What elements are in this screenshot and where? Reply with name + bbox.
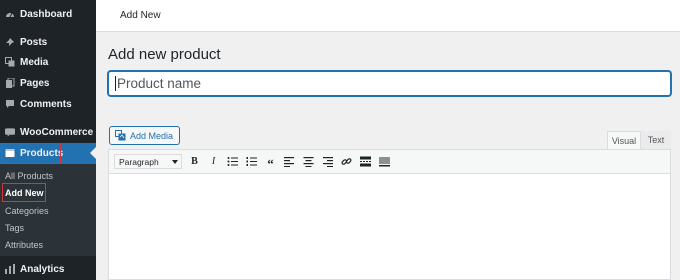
add-new-highlight-box bbox=[2, 183, 46, 202]
sidebar-item-pages[interactable]: Pages bbox=[0, 73, 96, 93]
top-bar-title: Add New bbox=[120, 10, 161, 21]
sidebar-item-posts[interactable]: Posts bbox=[0, 32, 96, 52]
sidebar-item-label: Analytics bbox=[20, 263, 65, 275]
bulleted-list-icon bbox=[227, 157, 238, 166]
align-center-icon bbox=[303, 157, 314, 167]
editor-toolbar: Paragraph B I “ bbox=[109, 150, 670, 174]
sidebar-item-label: Posts bbox=[20, 36, 48, 48]
sidebar-item-label: Dashboard bbox=[20, 8, 73, 20]
bold-icon: B bbox=[191, 156, 198, 167]
sidebar-item-media[interactable]: Media bbox=[0, 52, 96, 72]
add-media-button[interactable]: Add Media bbox=[109, 126, 181, 145]
analytics-icon bbox=[5, 264, 15, 274]
blockquote-button[interactable]: “ bbox=[263, 154, 278, 171]
read-more-icon bbox=[360, 156, 371, 167]
italic-icon: I bbox=[211, 156, 216, 167]
align-left-button[interactable] bbox=[282, 154, 297, 169]
pin-icon bbox=[5, 37, 15, 47]
align-left-icon bbox=[284, 157, 294, 167]
align-center-button[interactable] bbox=[301, 154, 316, 169]
admin-sidebar: Dashboard Posts Media Pages Comments Woo… bbox=[0, 0, 96, 280]
sidebar-item-label: Media bbox=[20, 56, 49, 68]
format-select-value: Paragraph bbox=[119, 156, 159, 167]
content-editor[interactable]: Paragraph B I “ bbox=[108, 149, 671, 280]
toolbar-toggle-button[interactable] bbox=[377, 154, 392, 169]
products-highlight-box bbox=[1, 143, 61, 164]
numbered-list-icon bbox=[246, 157, 257, 166]
sidebar-item-woocommerce[interactable]: WooCommerce bbox=[0, 122, 96, 142]
pages-icon bbox=[5, 78, 15, 88]
page-title: Add new product bbox=[108, 46, 221, 63]
numbered-list-button[interactable] bbox=[244, 154, 259, 169]
text-caret bbox=[115, 76, 116, 91]
submenu-item-tags[interactable]: Tags bbox=[5, 223, 24, 233]
sidebar-item-label: Pages bbox=[20, 77, 50, 89]
comments-icon bbox=[5, 99, 15, 109]
sidebar-item-dashboard[interactable]: Dashboard bbox=[0, 4, 96, 24]
product-name-placeholder: Product name bbox=[117, 76, 202, 91]
add-media-icon bbox=[115, 130, 126, 141]
media-icon bbox=[5, 57, 15, 67]
italic-button[interactable]: I bbox=[206, 154, 221, 169]
sidebar-item-comments[interactable]: Comments bbox=[0, 94, 96, 114]
woocommerce-icon bbox=[5, 127, 15, 137]
insert-link-button[interactable] bbox=[339, 154, 354, 169]
format-select[interactable]: Paragraph bbox=[114, 154, 182, 169]
bold-button[interactable]: B bbox=[187, 154, 202, 169]
add-media-label: Add Media bbox=[130, 130, 174, 141]
align-right-button[interactable] bbox=[320, 154, 335, 169]
read-more-button[interactable] bbox=[358, 154, 373, 169]
submenu-item-all-products[interactable]: All Products bbox=[5, 171, 53, 181]
submenu-item-attributes[interactable]: Attributes bbox=[5, 240, 43, 250]
sidebar-item-label: Comments bbox=[20, 98, 72, 110]
tab-text[interactable]: Text bbox=[641, 131, 671, 149]
product-name-input[interactable]: Product name bbox=[108, 71, 671, 96]
bulleted-list-button[interactable] bbox=[225, 154, 240, 169]
dashboard-icon bbox=[5, 9, 15, 19]
tab-visual[interactable]: Visual bbox=[607, 131, 641, 149]
link-icon bbox=[341, 158, 352, 165]
sidebar-item-label: WooCommerce bbox=[20, 126, 94, 138]
keyboard-icon bbox=[379, 157, 390, 167]
submenu-item-categories[interactable]: Categories bbox=[5, 206, 49, 216]
align-right-icon bbox=[323, 157, 333, 167]
sidebar-item-analytics[interactable]: Analytics bbox=[0, 259, 96, 279]
top-bar: Add New bbox=[96, 0, 680, 32]
blockquote-icon: “ bbox=[267, 156, 274, 171]
chevron-down-icon bbox=[172, 160, 178, 164]
